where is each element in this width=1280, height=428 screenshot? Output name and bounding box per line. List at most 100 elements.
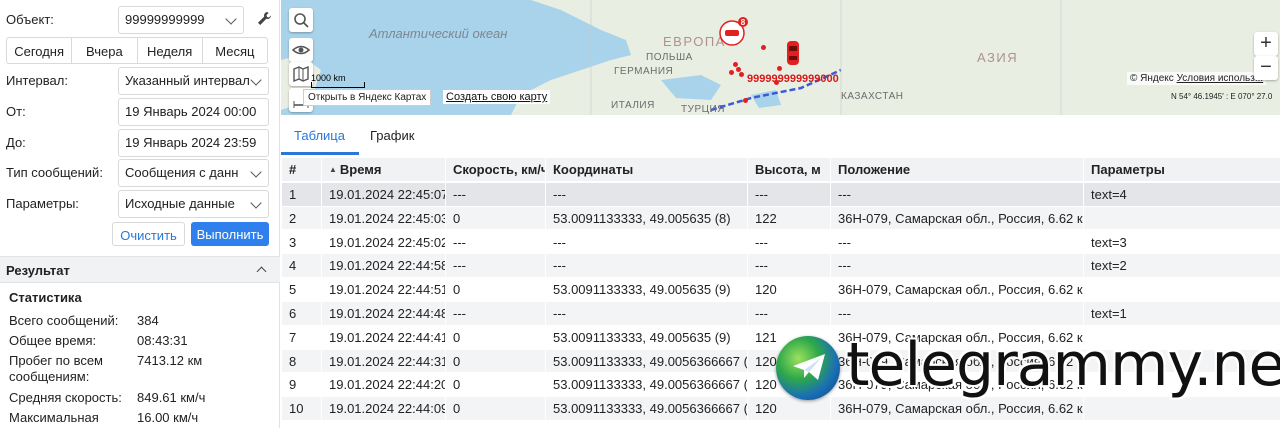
column-header-label: # — [289, 162, 297, 177]
table-cell: 0 — [445, 349, 545, 373]
from-value: 19 Январь 2024 00:00 — [125, 104, 257, 119]
table-cell: 120 — [747, 278, 830, 301]
column-header[interactable]: Параметры — [1083, 158, 1280, 181]
chevron-down-icon — [250, 166, 262, 178]
object-select[interactable]: 99999999999 — [118, 6, 244, 34]
table-cell: 36Н-079, Самарская обл., Россия, 6.62 км… — [830, 206, 1083, 230]
chevron-up-icon — [256, 266, 267, 277]
column-header-label: Время — [339, 162, 382, 177]
table-row[interactable]: 2 19.01.2024 22:45:03 0 53.0091133333, 49.0… — [281, 206, 1280, 231]
map-label-country: ПОЛЬША — [646, 52, 693, 63]
map-search-button[interactable] — [289, 8, 313, 32]
table-cell: 0 — [445, 278, 545, 301]
table-row[interactable]: 6 19.01.2024 22:44:48 --- --- --- --- text=1 — [281, 302, 1280, 326]
stat-value: 08:43:31 — [137, 333, 188, 348]
period-button[interactable]: Месяц — [203, 38, 267, 63]
map-label-country: ИТАЛИЯ — [611, 100, 655, 111]
map-view[interactable]: Атлантический океан ЕВРОПА АЗИЯ ГЕРМАНИЯ… — [281, 0, 1280, 115]
table-cell: --- — [445, 254, 545, 277]
car-cluster-icon[interactable]: 8 — [719, 17, 749, 47]
table-row[interactable]: 3 19.01.2024 22:45:02 --- --- --- --- text=3 — [281, 230, 1280, 255]
period-button[interactable]: Неделя — [138, 38, 203, 63]
paper-plane-icon — [793, 354, 825, 380]
map-coordinates: N 54° 46.1945′ : E 070° 27.0 — [1171, 92, 1273, 101]
zoom-in-button[interactable]: + — [1254, 32, 1278, 56]
table-cell: 19.01.2024 22:45:02 — [321, 230, 445, 254]
tab-table[interactable]: Таблица — [294, 128, 345, 143]
svg-text:8: 8 — [741, 18, 746, 27]
run-button[interactable]: Выполнить — [191, 222, 269, 246]
column-header[interactable]: Высота, м — [747, 158, 830, 181]
column-header[interactable]: Положение — [830, 158, 1083, 181]
tab-chart[interactable]: График — [370, 128, 414, 143]
track-point[interactable] — [761, 45, 766, 50]
parameters-value: Исходные данные — [125, 196, 235, 211]
message-type-select[interactable]: Сообщения с данн — [118, 159, 269, 187]
zoom-out-button[interactable]: − — [1254, 56, 1278, 80]
statistics-title: Статистика — [9, 290, 82, 305]
to-row: До: 19 Январь 2024 23:59 — [6, 129, 270, 157]
clear-button[interactable]: Очистить — [112, 222, 185, 246]
chevron-down-icon — [225, 13, 237, 25]
period-button[interactable]: Вчера — [72, 38, 138, 63]
table-cell: 0 — [445, 206, 545, 230]
to-value: 19 Январь 2024 23:59 — [125, 135, 257, 150]
map-visibility-button[interactable] — [289, 38, 313, 62]
column-header-label: Положение — [838, 162, 911, 177]
interval-select[interactable]: Указанный интервал — [118, 67, 269, 95]
map-layers-button[interactable] — [289, 62, 313, 86]
table-cell: 19.01.2024 22:44:09 — [321, 397, 445, 420]
table-cell: 8 — [281, 349, 321, 373]
table-row[interactable]: 1 19.01.2024 22:45:07 --- --- --- --- text=4 — [281, 183, 1280, 207]
table-cell: 19.01.2024 22:44:31 — [321, 349, 445, 373]
track-point[interactable] — [729, 70, 734, 75]
table-cell: 120 — [747, 397, 830, 420]
table-cell: --- — [445, 230, 545, 254]
object-value: 99999999999 — [125, 12, 205, 27]
table-cell: 9 — [281, 373, 321, 396]
table-row[interactable]: 10 19.01.2024 22:44:09 0 53.0091133333, 49.… — [281, 397, 1280, 421]
track-point[interactable] — [739, 72, 744, 77]
table-row[interactable]: 4 19.01.2024 22:44:58 --- --- --- --- text=2 — [281, 254, 1280, 278]
table-row[interactable]: 5 19.01.2024 22:44:51 0 53.0091133333, 49.0… — [281, 278, 1280, 302]
table-cell: 122 — [747, 206, 830, 230]
parameters-row: Параметры: Исходные данные — [6, 190, 270, 218]
track-point[interactable] — [777, 66, 782, 71]
map-label-ocean: Атлантический океан — [369, 26, 508, 41]
period-button[interactable]: Сегодня — [7, 38, 73, 63]
wrench-icon[interactable] — [254, 9, 274, 29]
table-cell: 19.01.2024 22:45:07 — [321, 183, 445, 206]
column-header[interactable]: ▲ Время — [321, 158, 445, 181]
to-datetime-input[interactable]: 19 Январь 2024 23:59 — [118, 129, 269, 157]
from-datetime-input[interactable]: 19 Январь 2024 00:00 — [118, 98, 269, 126]
parameters-select[interactable]: Исходные данные — [118, 190, 269, 218]
table-cell: --- — [545, 183, 747, 206]
table-cell: --- — [545, 254, 747, 277]
stat-key: Пробег по всем сообщениям: — [9, 353, 103, 384]
column-header-label: Высота, м — [755, 162, 821, 177]
column-header[interactable]: Координаты — [545, 158, 747, 181]
table-cell: 36Н-079, Самарская обл., Россия, 6.62 км… — [830, 397, 1083, 420]
stat-value: 384 — [137, 313, 159, 328]
column-header[interactable]: Скорость, км/ч — [445, 158, 545, 181]
create-map-link[interactable]: Создать свою карту — [443, 90, 551, 104]
table-cell: --- — [445, 302, 545, 325]
map-label-country: ГЕРМАНИЯ — [614, 66, 674, 77]
message-type-value: Сообщения с данн — [125, 165, 239, 180]
open-in-yandex-maps-link[interactable]: Открыть в Яндекс Картах — [303, 89, 432, 106]
map-label-europe: ЕВРОПА — [663, 34, 726, 49]
terms-link[interactable]: Условия использ... — [1177, 73, 1264, 84]
from-label: От: — [6, 104, 26, 119]
car-marker-icon[interactable] — [783, 38, 803, 68]
table-cell: 53.0091133333, 49.005635 (8) — [545, 206, 747, 230]
table-cell: 6 — [281, 302, 321, 325]
sort-ascending-icon: ▲ — [329, 165, 337, 174]
track-point[interactable] — [743, 98, 748, 103]
stat-key: Максимальная — [9, 410, 99, 425]
table-cell: --- — [747, 254, 830, 277]
column-header[interactable]: # — [281, 158, 321, 181]
table-cell: 36Н-079, Самарская обл., Россия, 6.62 км… — [830, 278, 1083, 301]
table-cell: text=3 — [1083, 230, 1280, 254]
table-cell: --- — [830, 254, 1083, 277]
result-section-header[interactable]: Результат — [0, 256, 280, 283]
